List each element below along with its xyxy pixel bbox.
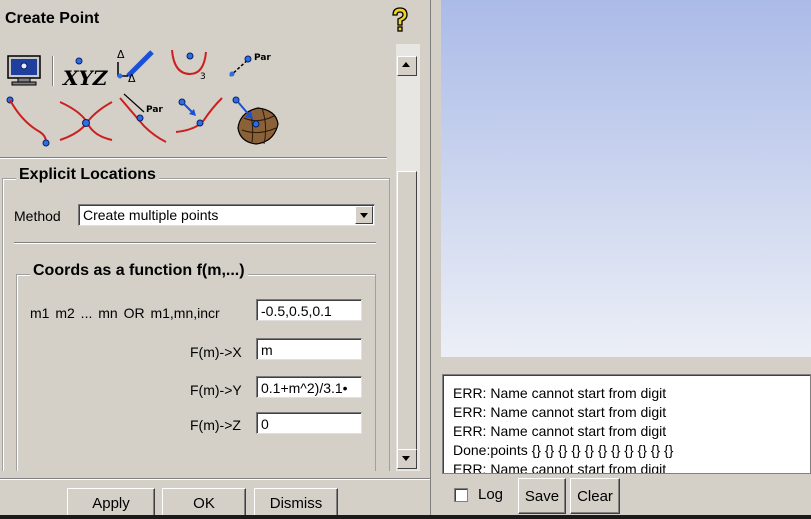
create-point-panel: Create Point XYZ Δ Δ 3 Par Par Explicit … xyxy=(0,0,430,519)
log-checkbox[interactable] xyxy=(454,488,468,502)
log-line: ERR: Name cannot start from digit xyxy=(453,404,667,420)
coords-function-title: Coords as a function f(m,...) xyxy=(30,262,248,280)
apply-button[interactable]: Apply xyxy=(67,488,155,518)
curve-endpoint-icon[interactable] xyxy=(2,94,50,147)
icon-separator xyxy=(52,56,54,86)
params-input[interactable]: -0.5,0.5,0.1 xyxy=(256,299,362,321)
icons-divider xyxy=(0,157,387,159)
project-to-curve-icon[interactable] xyxy=(172,94,223,134)
scroll-up-button[interactable] xyxy=(397,56,417,76)
log-checkbox-label: Log xyxy=(478,486,504,503)
options-scroll-area: XYZ Δ Δ 3 Par Par Explicit Locations Met… xyxy=(0,44,396,471)
method-select-value: Create multiple points xyxy=(83,207,219,223)
parameter-along-line-icon[interactable]: Par xyxy=(226,46,271,86)
xyz-label: XYZ xyxy=(61,66,108,90)
log-line: Done:points {} {} {} {} {} {} {} {} {} {… xyxy=(453,442,674,458)
par-label-2: Par xyxy=(146,105,163,115)
panel-title: Create Point xyxy=(5,10,100,27)
parameter-offset-icon[interactable]: Δ Δ xyxy=(114,46,158,86)
dismiss-button[interactable]: Dismiss xyxy=(254,488,338,518)
options-scrollbar[interactable] xyxy=(396,44,420,471)
fz-input[interactable]: 0 xyxy=(256,412,362,434)
screen-location-icon[interactable] xyxy=(4,50,48,90)
method-select[interactable]: Create multiple points xyxy=(78,204,375,226)
log-line: ERR: Name cannot start from digit xyxy=(453,385,667,401)
chevron-down-icon[interactable] xyxy=(355,206,373,224)
window-bottom-edge xyxy=(0,515,811,519)
save-button[interactable]: Save xyxy=(518,478,566,514)
fx-input[interactable]: m xyxy=(256,338,362,360)
ok-button[interactable]: OK xyxy=(162,488,246,518)
panel-splitter[interactable] xyxy=(430,0,441,519)
buttons-divider xyxy=(0,478,430,480)
svg-text:Δ: Δ xyxy=(117,48,125,61)
method-label: Method xyxy=(14,208,61,224)
method-divider xyxy=(14,242,376,244)
arc-center-icon[interactable]: 3 xyxy=(168,44,212,84)
project-to-surface-icon[interactable] xyxy=(228,94,279,145)
fz-label: F(m)->Z xyxy=(190,417,241,433)
fx-label: F(m)->X xyxy=(190,344,242,360)
xyz-coordinates-icon[interactable]: XYZ xyxy=(58,50,109,90)
params-label: m1 m2 ... mn OR m1,mn,incr xyxy=(30,305,220,321)
parameter-on-curve-icon[interactable]: Par xyxy=(116,92,167,143)
message-log[interactable]: ERR: Name cannot start from digit ERR: N… xyxy=(442,374,811,474)
graphics-viewport[interactable] xyxy=(441,0,811,357)
panel-title-bar: Create Point xyxy=(0,0,430,40)
curve-intersection-icon[interactable] xyxy=(58,94,113,141)
arc-subscript: 3 xyxy=(200,72,206,82)
scroll-down-button[interactable] xyxy=(397,449,417,469)
par-label: Par xyxy=(254,53,271,63)
fy-label: F(m)->Y xyxy=(190,382,242,398)
log-line: ERR: Name cannot start from digit xyxy=(453,423,667,439)
explicit-locations-title: Explicit Locations xyxy=(16,166,159,184)
fy-input[interactable]: 0.1+m^2)/3.1• xyxy=(256,376,362,398)
svg-text:Δ: Δ xyxy=(128,72,136,85)
log-line: ERR: Name cannot start from digit xyxy=(453,461,667,474)
clear-button[interactable]: Clear xyxy=(570,478,620,514)
help-icon[interactable] xyxy=(389,6,411,34)
scroll-thumb[interactable] xyxy=(397,171,417,461)
